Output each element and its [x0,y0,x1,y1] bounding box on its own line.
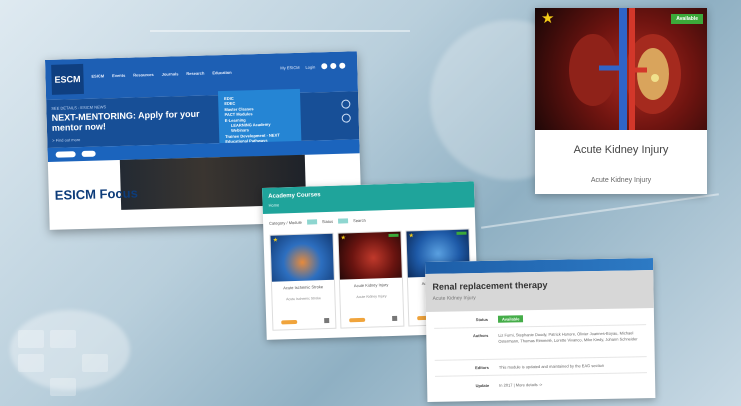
menu-item[interactable]: Research [186,71,204,77]
background-tile [82,354,108,372]
background-line [150,30,410,32]
detail-row-update: Update In 2017 | More details -> [427,380,655,388]
chevron-up-icon[interactable] [341,99,351,109]
hero-link[interactable]: > Find out more [52,137,80,143]
filter-label[interactable]: Category / Module [269,220,302,226]
course-title[interactable]: Acute Ischemic Stroke [272,284,334,291]
globe-icon[interactable] [324,317,330,324]
course-filters: Category / Module Status Search [269,218,366,226]
favorite-star-icon[interactable]: ★ [408,232,414,239]
row-label: Editors [475,364,489,371]
detail-subtitle: Acute Kidney Injury [432,295,476,302]
background-tile [18,354,44,372]
background-tile [18,330,44,348]
row-value: Liz Forni, Stephanie Doody, Patrick Hono… [498,330,638,344]
row-value: Available [497,314,648,323]
row-divider [434,324,647,329]
favorite-star-icon[interactable]: ★ [273,237,279,244]
my-esicm-link[interactable]: My ESICM [280,64,299,70]
filter-chip[interactable] [338,218,349,224]
course-tile[interactable]: ★ Acute Ischemic Stroke Acute Ischemic S… [269,232,337,331]
favorite-star-icon[interactable]: ★ [541,11,554,26]
progress-bar [349,317,366,323]
main-menu: ESICM Events Resources Journals Research… [91,70,231,79]
status-badge [456,231,467,235]
course-subtitle: Acute Kidney Injury [356,294,387,300]
row-label: Status [475,316,489,323]
course-detail-screenshot: Renal replacement therapy Acute Kidney I… [425,258,656,402]
row-divider [434,372,647,377]
progress-bar [281,319,298,325]
status-badge: Available [671,14,703,24]
esicm-logo[interactable]: ESCM [51,63,84,95]
detail-row-editors: Editors This module is updated and maint… [427,362,655,377]
filter-label[interactable]: Search [353,218,366,223]
row-value[interactable]: In 2017 | More details -> [499,380,649,389]
row-label: Update [475,382,490,389]
hero-title: NEXT-MENTORING: Apply for your mentor no… [51,108,200,133]
menu-item[interactable]: Resources [133,72,154,78]
background-line [481,193,719,229]
background-tile [50,330,76,348]
detail-header: Renal replacement therapy Acute Kidney I… [425,270,654,312]
kidney-illustration [569,8,681,130]
menu-item[interactable]: ESICM [91,73,104,78]
detail-title: Renal replacement therapy [432,279,548,292]
globe-icon[interactable] [392,315,398,321]
course-card-kidney[interactable]: ★ Available Acute Kidney Injury Acute Ki… [535,8,707,194]
course-subtitle: Acute Ischemic Stroke [286,296,321,302]
row-value: This module is updated and maintained by… [498,362,605,370]
linkedin-icon[interactable] [339,62,346,69]
menu-item[interactable]: Journals [162,71,179,76]
course-title[interactable]: Acute Kidney Injury [535,144,707,156]
detail-row-status: Status Available [426,314,654,329]
status-badge [388,233,399,238]
favorite-star-icon[interactable]: ★ [341,234,347,241]
course-subtitle: Acute Kidney Injury [590,177,652,184]
facebook-icon[interactable] [321,63,328,70]
status-tag: Available [497,315,524,323]
menu-item[interactable]: Events [112,73,125,78]
filter-label[interactable]: Status [322,219,333,224]
detail-row-authors: Authors Liz Forni, Stephanie Doody, Patr… [426,330,654,361]
top-right-links: My ESICM Login [280,62,346,71]
filter-button[interactable] [55,151,76,158]
focus-title: ESICM Focus [54,185,139,203]
menu-item[interactable]: Education [212,70,231,76]
row-label: Authors [472,332,489,339]
row-divider [434,356,647,361]
background-tile [50,378,76,396]
course-tile[interactable]: ★ Acute Kidney Injury Acute Kidney Injur… [337,230,405,329]
course-title[interactable]: Acute Kidney Injury [340,282,402,289]
login-link[interactable]: Login [305,64,315,69]
chevron-down-icon[interactable] [341,113,351,123]
hero-banner: SEE DETAILS - ESICM NEWS NEXT-MENTORING:… [46,91,360,148]
breadcrumb[interactable]: Home [268,202,279,207]
twitter-icon[interactable] [330,62,337,70]
hero-kicker: SEE DETAILS - ESICM NEWS [51,104,107,111]
kidney-image [338,231,402,280]
academy-title: Academy Courses [268,192,321,200]
brain-image [270,233,334,282]
kidney-image: ★ Available [535,8,707,130]
go-button[interactable] [81,150,96,158]
filter-chip[interactable] [306,219,317,225]
academy-header: Academy Courses Home [262,181,475,214]
